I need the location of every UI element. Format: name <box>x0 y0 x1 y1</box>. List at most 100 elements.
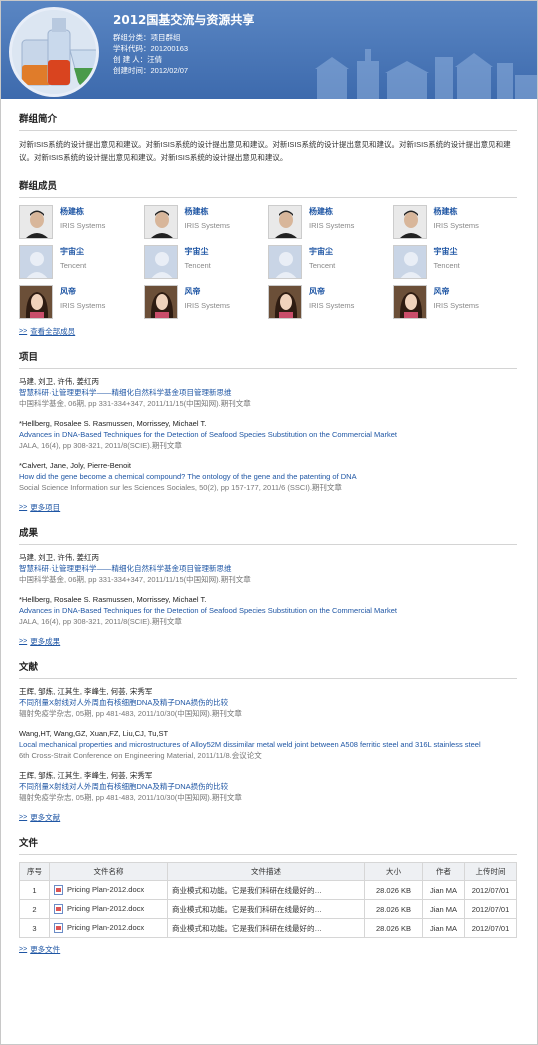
member-avatar[interactable] <box>268 245 302 279</box>
file-upload-date: 2012/07/01 <box>464 918 517 938</box>
member-avatar[interactable] <box>143 205 178 239</box>
file-number: 3 <box>19 918 50 938</box>
member-avatar[interactable] <box>392 245 427 279</box>
file-size: 28.026 KB <box>364 899 423 919</box>
file-name[interactable]: Pricing Plan-2012.docx <box>67 885 144 894</box>
member-card[interactable]: 宇宙尘 Tencent <box>392 245 518 280</box>
member-card[interactable]: 杨建栋 IRIS Systems <box>392 205 518 240</box>
entry-source: JALA, 16(4), pp 308-321, 2011/8(SCIE).期刊… <box>19 617 182 626</box>
files-table: 序号 文件名称 文件描述 大小 作者 上传时间 1 Pricing Plan-2012.do… <box>19 862 517 938</box>
member-name[interactable]: 杨建栋 <box>185 206 230 217</box>
literature-heading: 文献 <box>19 653 517 679</box>
file-name-cell[interactable]: Pricing Plan-2012.docx <box>49 918 168 938</box>
view-all-members-label: 查看全部成员 <box>30 327 76 336</box>
projects-entry: 马建, 刘卫, 许伟, 姜红丙 智慧科研·让管理更科学——精细化自然科学基金项目管… <box>19 376 517 409</box>
more-results-label: 更多成果 <box>30 637 61 646</box>
entry-source: 6th Cross-Strait Conference on Engineeri… <box>19 751 262 760</box>
member-avatar[interactable] <box>19 285 53 319</box>
main-content: 群组简介 对新ISIS系统的设计提出意见和建议。对新ISIS系统的设计提出意见和… <box>1 105 537 955</box>
member-org: Tencent <box>60 261 87 270</box>
files-column-header: 大小 <box>364 862 423 881</box>
entry-source: Social Science Information sur les Scien… <box>19 483 342 492</box>
projects-list: 马建, 刘卫, 许伟, 姜红丙 智慧科研·让管理更科学——精细化自然科学基金项目管… <box>19 376 517 493</box>
literature-entry: Wang,HT, Wang,GZ, Xuan,FZ, Liu,CJ, Tu,ST… <box>19 728 517 761</box>
member-avatar[interactable] <box>19 205 53 239</box>
more-projects-link[interactable]: >> 更多项目 <box>19 502 517 513</box>
member-org: IRIS Systems <box>60 221 106 230</box>
file-author: Jian MA <box>422 918 465 938</box>
file-upload-date: 2012/07/01 <box>464 880 517 900</box>
member-name[interactable]: 杨建栋 <box>434 206 479 217</box>
lab-flask-icon <box>12 10 96 94</box>
member-avatar[interactable] <box>143 245 178 279</box>
member-avatar[interactable] <box>19 245 53 279</box>
member-card[interactable]: 风帝 IRIS Systems <box>392 285 518 320</box>
member-avatar[interactable] <box>392 205 427 239</box>
member-org: IRIS Systems <box>60 301 106 310</box>
members-heading: 群组成员 <box>19 172 517 198</box>
entry-title-link[interactable]: Advances in DNA-Based Techniques for the… <box>19 429 517 440</box>
entry-authors: 马建, 刘卫, 许伟, 姜红丙 <box>19 377 100 386</box>
projects-entry: *Calvert, Jane, Joly, Pierre-Benoit How d… <box>19 460 517 493</box>
member-name[interactable]: 宇宙尘 <box>185 246 211 257</box>
member-name[interactable]: 宇宙尘 <box>309 246 335 257</box>
more-literature-link[interactable]: >> 更多文献 <box>19 812 517 823</box>
member-name[interactable]: 风帝 <box>185 286 230 297</box>
literature-entry: 王辉, 邹炼, 江其生, 李峰生, 何荟, 宋秀军 不同剂量X射线对人外周血有核细… <box>19 770 517 803</box>
entry-authors: 王辉, 邹炼, 江其生, 李峰生, 何荟, 宋秀军 <box>19 771 153 780</box>
entry-title-link[interactable]: Local mechanical properties and microstr… <box>19 739 517 750</box>
member-name[interactable]: 风帝 <box>309 286 354 297</box>
double-chevron-icon: >> <box>19 328 28 335</box>
member-info: 宇宙尘 Tencent <box>60 245 86 280</box>
entry-source: 辐射免疫学杂志, 05期, pp 481-483, 2011/10/30(中国知… <box>19 793 242 802</box>
entry-title-link[interactable]: 不同剂量X射线对人外周血有核细胞DNA及精子DNA损伤的比较 <box>19 781 517 792</box>
group-avatar <box>9 7 99 97</box>
member-name[interactable]: 杨建栋 <box>60 206 105 217</box>
member-name[interactable]: 杨建栋 <box>309 206 354 217</box>
member-card[interactable]: 宇宙尘 Tencent <box>268 245 393 280</box>
double-chevron-icon: >> <box>19 814 28 821</box>
projects-entry: *Hellberg, Rosalee S. Rasmussen, Morriss… <box>19 418 517 451</box>
files-column-header: 文件描述 <box>167 862 365 881</box>
member-card[interactable]: 杨建栋 IRIS Systems <box>268 205 393 240</box>
group-creator: 创 建 人：汪倩 <box>113 55 163 64</box>
results-list: 马建, 刘卫, 许伟, 姜红丙 智慧科研·让管理更科学——精细化自然科学基金项目管… <box>19 552 517 627</box>
member-name[interactable]: 宇宙尘 <box>60 246 86 257</box>
member-org: IRIS Systems <box>433 301 479 310</box>
entry-title-link[interactable]: 智慧科研·让管理更科学——精细化自然科学基金项目管理新思维 <box>19 387 517 398</box>
member-avatar[interactable] <box>268 205 302 239</box>
member-card[interactable]: 风帝 IRIS Systems <box>19 285 144 320</box>
projects-heading: 项目 <box>19 343 517 369</box>
member-card[interactable]: 风帝 IRIS Systems <box>268 285 393 320</box>
member-card[interactable]: 杨建栋 IRIS Systems <box>143 205 269 240</box>
member-avatar[interactable] <box>392 285 427 319</box>
more-files-link[interactable]: >> 更多文件 <box>19 944 517 955</box>
view-all-members-link[interactable]: >> 查看全部成员 <box>19 326 517 337</box>
file-name[interactable]: Pricing Plan-2012.docx <box>67 923 144 932</box>
file-size: 28.026 KB <box>364 880 423 900</box>
entry-title-link[interactable]: Advances in DNA-Based Techniques for the… <box>19 605 517 616</box>
file-name-cell[interactable]: Pricing Plan-2012.docx <box>49 899 168 919</box>
member-name[interactable]: 风帝 <box>60 286 105 297</box>
member-name[interactable]: 风帝 <box>434 286 479 297</box>
group-info: 2012国基交流与资源共享 群组分类：项目群组 学科代码：201200163 创… <box>113 11 254 76</box>
member-card[interactable]: 杨建栋 IRIS Systems <box>19 205 144 240</box>
group-created-date: 创建时间：2012/02/07 <box>113 66 189 75</box>
member-card[interactable]: 宇宙尘 Tencent <box>19 245 144 280</box>
member-name[interactable]: 宇宙尘 <box>434 246 460 257</box>
more-results-link[interactable]: >> 更多成果 <box>19 636 517 647</box>
file-name-cell[interactable]: Pricing Plan-2012.docx <box>49 880 168 900</box>
entry-title-link[interactable]: How did the gene become a chemical compo… <box>19 471 517 482</box>
member-card[interactable]: 风帝 IRIS Systems <box>143 285 269 320</box>
member-info: 杨建栋 IRIS Systems <box>434 205 479 240</box>
entry-title-link[interactable]: 智慧科研·让管理更科学——精细化自然科学基金项目管理新思维 <box>19 563 517 574</box>
double-chevron-icon: >> <box>19 946 28 953</box>
file-name[interactable]: Pricing Plan-2012.docx <box>67 904 144 913</box>
member-avatar[interactable] <box>268 285 302 319</box>
member-card[interactable]: 宇宙尘 Tencent <box>143 245 269 280</box>
group-header: 2012国基交流与资源共享 群组分类：项目群组 学科代码：201200163 创… <box>1 1 537 99</box>
member-info: 风帝 IRIS Systems <box>185 285 230 320</box>
entry-title-link[interactable]: 不同剂量X射线对人外周血有核细胞DNA及精子DNA损伤的比较 <box>19 697 517 708</box>
file-number: 2 <box>19 899 50 919</box>
member-avatar[interactable] <box>143 285 178 319</box>
